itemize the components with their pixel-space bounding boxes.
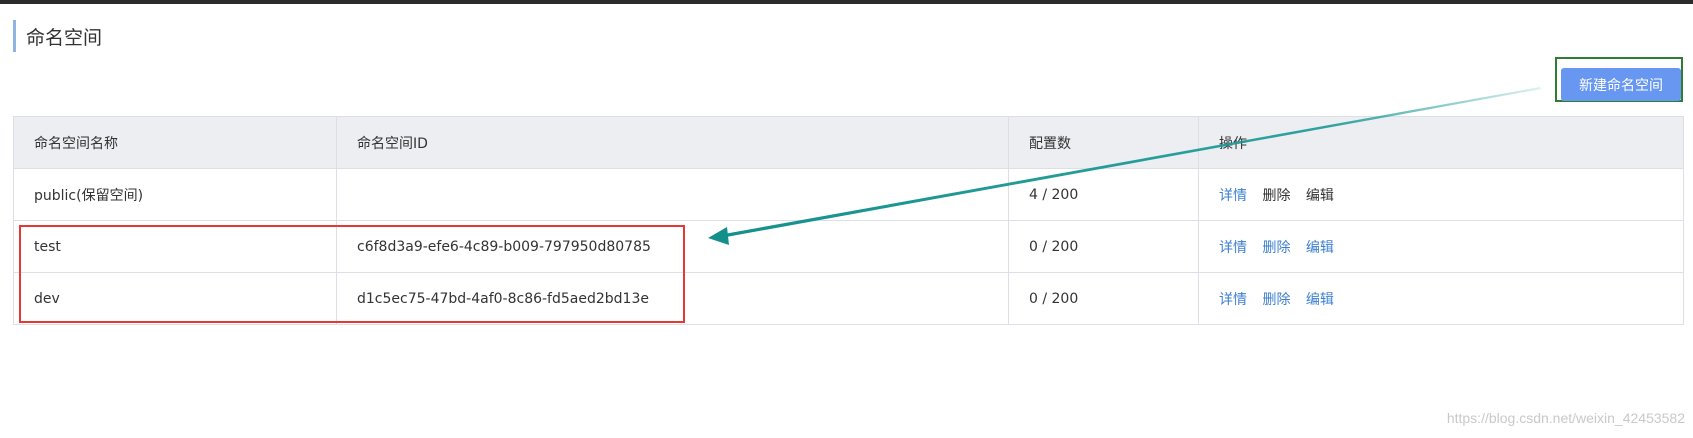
actions-cell: 详情 删除 编辑 [1198, 168, 1684, 221]
page-title-block: 命名空间 [13, 20, 102, 52]
edit-link[interactable]: 编辑 [1306, 292, 1334, 308]
actions-cell: 详情 删除 编辑 [1198, 272, 1684, 325]
detail-link[interactable]: 详情 [1219, 188, 1247, 204]
config-count-cell: 0 / 200 [1008, 272, 1199, 325]
namespace-name-cell: public(保留空间) [13, 168, 337, 221]
config-count-cell: 4 / 200 [1008, 168, 1199, 221]
detail-link[interactable]: 详情 [1219, 292, 1247, 308]
namespace-name-cell: dev [13, 272, 337, 325]
namespace-name-cell: test [13, 220, 337, 273]
new-namespace-button[interactable]: 新建命名空间 [1561, 68, 1681, 101]
top-bar [0, 0, 1693, 4]
namespace-id-cell: c6f8d3a9-efe6-4c89-b009-797950d80785 [336, 220, 1009, 273]
table-row: public(保留空间) 4 / 200 详情 删除 编辑 [13, 168, 1684, 221]
table-row: dev d1c5ec75-47bd-4af0-8c86-fd5aed2bd13e… [13, 272, 1684, 325]
column-header-name: 命名空间名称 [13, 116, 337, 169]
column-header-config-count: 配置数 [1008, 116, 1199, 169]
detail-link[interactable]: 详情 [1219, 240, 1247, 256]
delete-link[interactable]: 删除 [1262, 292, 1290, 308]
table-header-row: 命名空间名称 命名空间ID 配置数 操作 [13, 116, 1684, 169]
page-title: 命名空间 [26, 26, 103, 49]
namespace-table: 命名空间名称 命名空间ID 配置数 操作 public(保留空间) 4 / 20… [13, 116, 1684, 325]
namespace-id-cell [336, 168, 1009, 221]
column-header-actions: 操作 [1198, 116, 1684, 169]
config-count-cell: 0 / 200 [1008, 220, 1199, 273]
delete-link[interactable]: 删除 [1262, 240, 1290, 256]
edit-link[interactable]: 编辑 [1306, 188, 1334, 204]
column-header-id: 命名空间ID [336, 116, 1009, 169]
watermark: https://blog.csdn.net/weixin_42453582 [1446, 410, 1685, 426]
edit-link[interactable]: 编辑 [1306, 240, 1334, 256]
actions-cell: 详情 删除 编辑 [1198, 220, 1684, 273]
delete-link[interactable]: 删除 [1262, 188, 1290, 204]
table-row: test c6f8d3a9-efe6-4c89-b009-797950d8078… [13, 220, 1684, 273]
namespace-id-cell: d1c5ec75-47bd-4af0-8c86-fd5aed2bd13e [336, 272, 1009, 325]
